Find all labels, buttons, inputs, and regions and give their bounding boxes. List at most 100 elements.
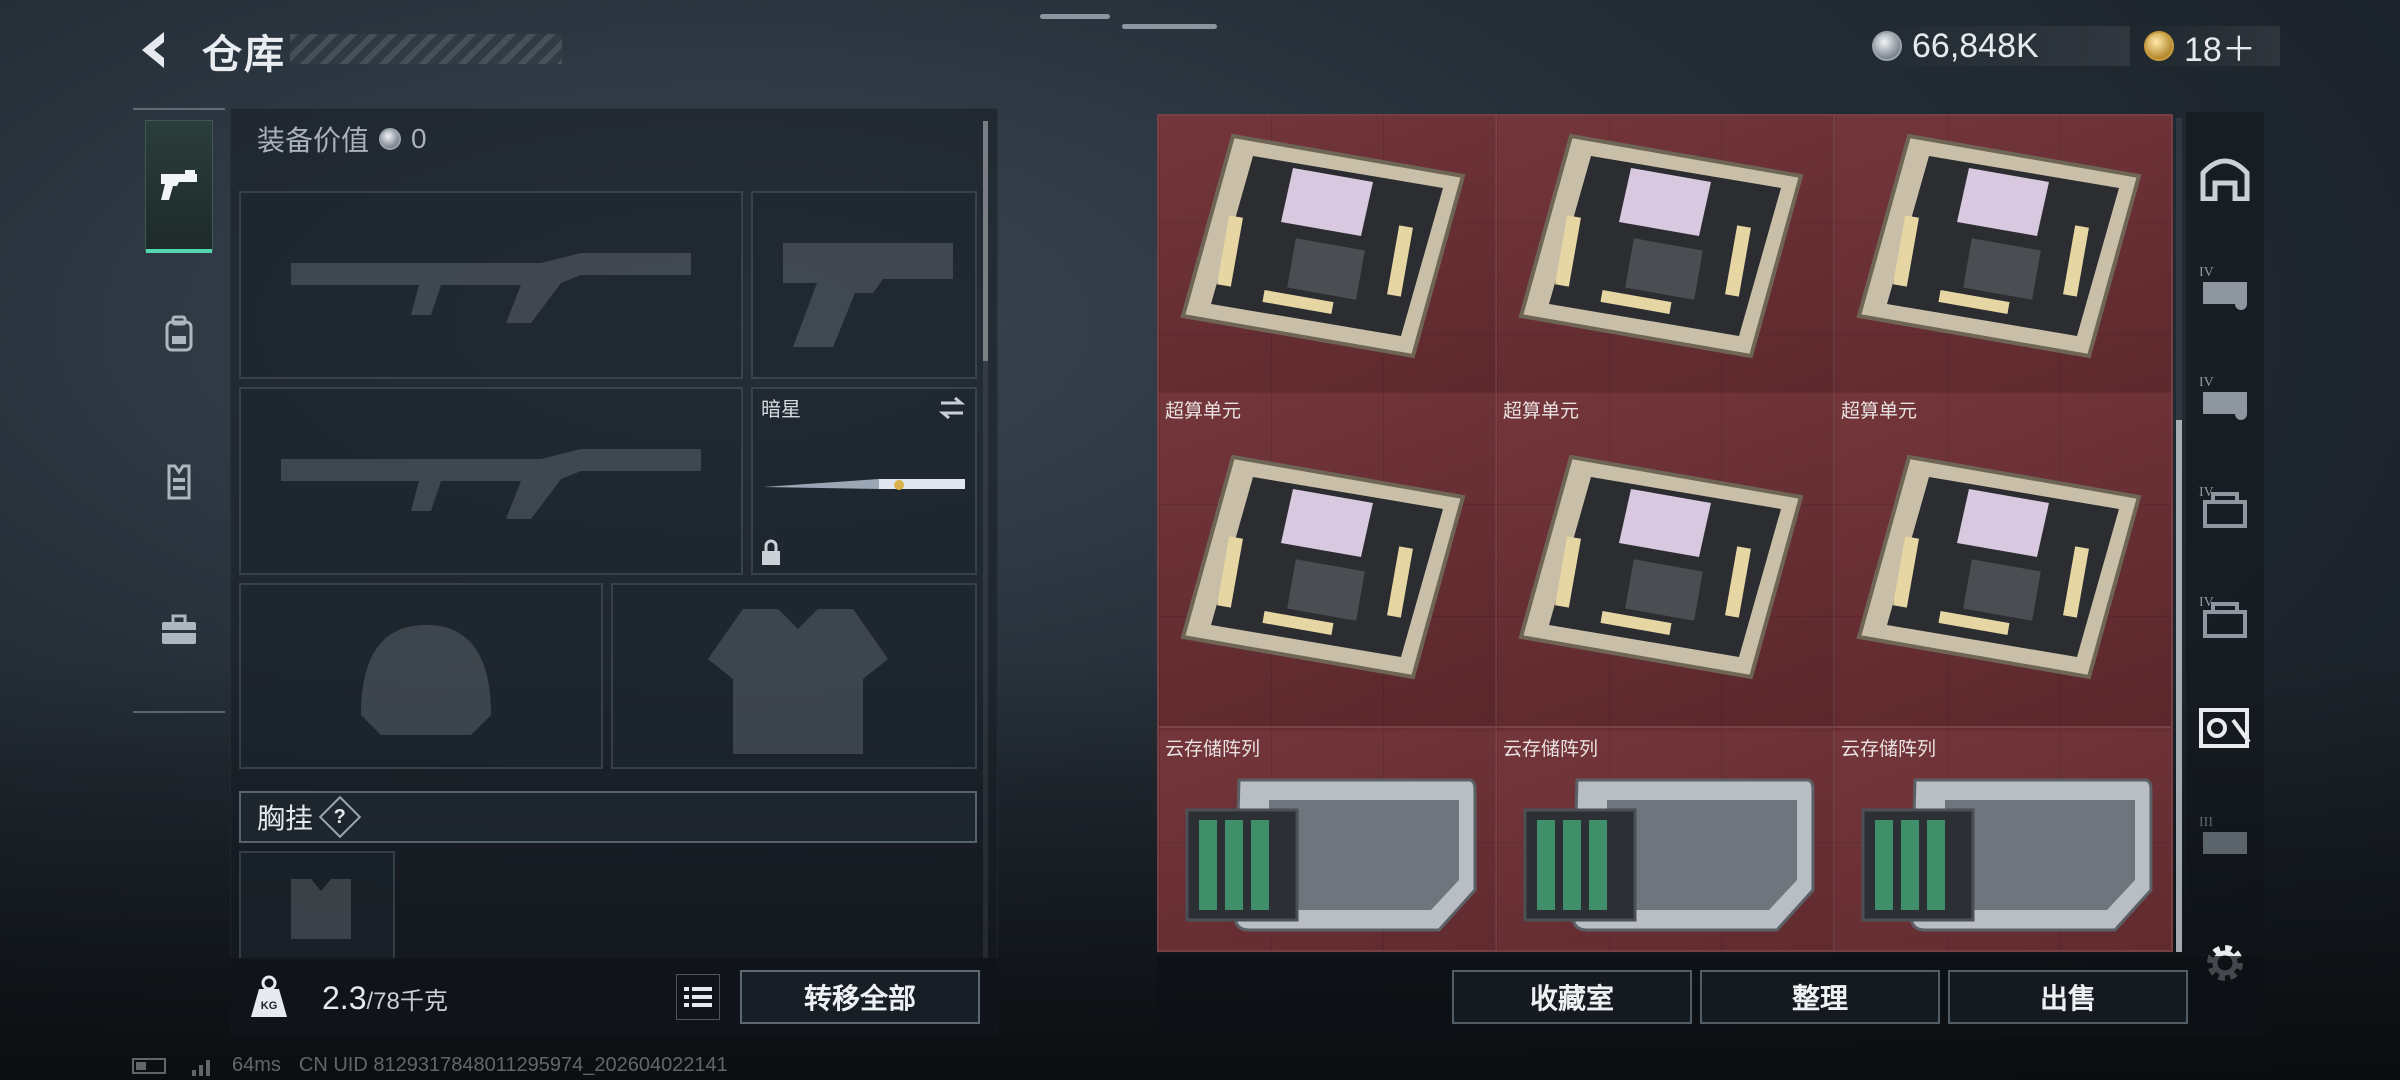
compute-unit-icon [1518,454,1804,680]
help-mark: ? [333,805,347,828]
rail-case-2[interactable]: IV [2196,352,2254,442]
storage-array-icon [1861,778,2153,932]
vault-icon [2199,708,2251,748]
item-name: 云存储阵列 [1503,739,1599,760]
storage-grid: 超算单元 超算单元 超算单元 云存储阵列 云存储阵列 云存储阵列 [1157,114,2173,952]
armor-slot[interactable] [611,583,977,769]
storage-item[interactable]: 云存储阵列 [1159,730,1497,950]
chest-rig-label: 胸挂 [257,803,314,834]
gold-amount: 18＋ [2184,30,2256,69]
case-tier-icon: IV [2199,485,2247,528]
compute-unit-icon [1856,133,2142,359]
top-bar: 仓库 66,848K 18＋ [0,0,2400,100]
rail-case-5[interactable]: III [2196,792,2254,882]
chest-rig-silhouette-icon [291,879,351,939]
compute-unit-icon [1856,454,2142,680]
rifle-silhouette-icon [281,449,701,519]
transfer-all-button[interactable]: 转移全部 [740,970,980,1024]
pistol-silhouette-icon [783,243,953,347]
help-icon[interactable]: ? [318,795,362,839]
rail-case-3[interactable]: IV [2196,462,2254,552]
item-name: 超算单元 [1841,401,1918,422]
category-tabs [133,108,225,713]
uid-text: CN UID 8129317848011295974_202604022141 [298,1054,728,1076]
chest-rig-header[interactable]: 胸挂 ? [239,791,977,843]
tab-weapons[interactable] [145,120,213,253]
list-view-button[interactable] [676,974,720,1020]
equipment-scrollbar-thumb[interactable] [983,121,988,361]
list-icon [684,987,712,1007]
item-name: 云存储阵列 [1165,739,1261,760]
organize-button[interactable]: 整理 [1700,970,1940,1024]
page-title: 仓库 [202,33,286,77]
silver-currency[interactable]: 66,848K [1862,26,2130,66]
svg-text:III: III [2199,815,2213,830]
tab-vest[interactable] [145,416,213,548]
collection-button[interactable]: 收藏室 [1452,970,1692,1024]
helmet-slot[interactable] [239,583,603,769]
case-tier-icon: IV [2199,265,2247,310]
vest-icon [167,464,191,500]
storage-item[interactable]: 超算单元 [1835,392,2171,728]
primary-weapon-slot[interactable] [239,191,743,379]
lock-icon [762,539,780,565]
storage-item[interactable]: 云存储阵列 [1835,730,2171,950]
back-button[interactable] [128,22,184,78]
svg-text:IV: IV [2199,265,2214,280]
compute-unit-icon [1518,133,1804,359]
title-stripe [290,34,562,64]
gold-currency[interactable]: 18＋ [2134,26,2280,69]
svg-text:IV: IV [2199,375,2214,390]
equipment-value-label: 装备价值 [257,125,370,156]
storage-item[interactable]: 云存储阵列 [1497,730,1835,950]
case-tier-icon: IV [2199,595,2247,638]
gold-coin-icon [2144,31,2174,61]
weight-bar: KG 2.3/78千克 转移全部 [230,958,998,1036]
sell-button[interactable]: 出售 [1948,970,2188,1024]
sidearm-slot[interactable] [751,191,977,379]
status-bar: 64ms CN UID 8129317848011295974_20260402… [132,1054,728,1077]
silver-coin-icon [379,128,402,150]
weight-current: 2.3 [322,980,367,1016]
knife-icon [763,479,965,490]
rail-collection-active[interactable] [2196,682,2254,772]
rail-home-storage[interactable] [2196,132,2254,222]
armor-silhouette-icon [708,609,888,754]
tab-case[interactable] [145,564,213,696]
silver-amount: 66,848K [1912,26,2039,65]
melee-slot[interactable]: 暗星 [751,387,977,575]
warehouse-icon [2200,158,2250,201]
back-arrow-icon [142,32,164,68]
backpack-icon [165,315,193,352]
chest-rig-slot[interactable] [239,851,395,961]
briefcase-icon [162,614,196,644]
helmet-silhouette-icon [361,625,491,735]
swap-icon[interactable] [937,393,967,423]
rail-case-4[interactable]: IV [2196,572,2254,662]
battery-icon [132,1057,166,1074]
signal-icon [192,1059,210,1076]
svg-text:KG: KG [261,1000,278,1012]
rifle-silhouette-icon [291,253,691,323]
rail-case-1[interactable]: IV [2196,242,2254,332]
storage-rail: IV IV IV IV III [2186,112,2264,1032]
item-name: 超算单元 [1165,401,1242,422]
item-name: 云存储阵列 [1841,739,1937,760]
case-tier-icon: IV [2199,375,2247,420]
weight-readout: 2.3/78千克 [322,980,448,1017]
tab-backpack[interactable] [145,268,213,400]
pistol-icon [161,170,197,200]
storage-item[interactable]: 超算单元 [1159,392,1497,728]
secondary-weapon-slot[interactable] [239,387,743,575]
storage-array-icon [1185,778,1477,932]
weight-icon: KG [244,972,294,1022]
compute-unit-icon [1180,454,1466,680]
storage-array-icon [1523,778,1815,932]
storage-item[interactable]: 超算单元 [1497,392,1835,728]
weight-capacity: /78千克 [366,988,448,1015]
storage-scrollbar-thumb[interactable] [2176,420,2182,952]
ping-text: 64ms [232,1054,281,1076]
equipment-value-amount: 0 [411,123,427,154]
case-tier-icon: III [2199,815,2247,854]
equipment-panel: 装备价值 0 暗星 胸挂 ? [230,108,998,1036]
